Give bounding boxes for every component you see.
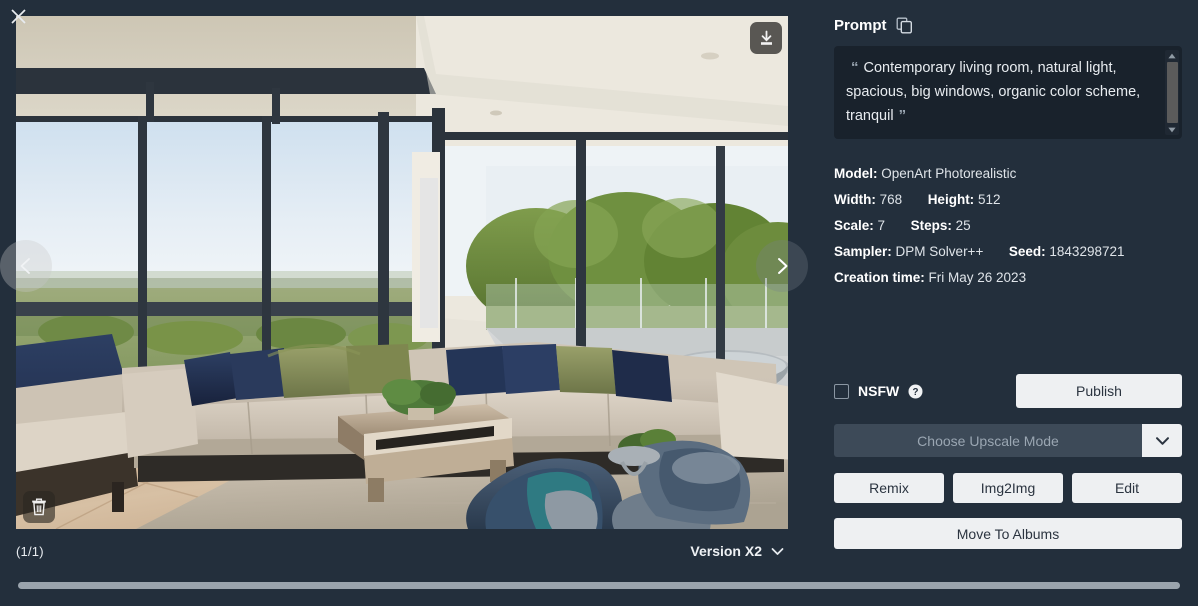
download-icon [760, 30, 772, 45]
scroll-thumb[interactable] [18, 581, 1180, 589]
creation-time-value: Fri May 26 2023 [928, 270, 1027, 285]
download-button[interactable] [750, 22, 782, 54]
publish-button[interactable]: Publish [1016, 374, 1182, 408]
nsfw-label: NSFW [858, 383, 900, 399]
upscale-mode-caret-button[interactable] [1142, 424, 1182, 457]
close-icon [10, 8, 26, 24]
creation-time-label: Creation time: [834, 270, 925, 285]
upscale-mode-dropdown[interactable]: Choose Upscale Mode [834, 424, 1182, 457]
move-to-albums-button[interactable]: Move To Albums [834, 518, 1182, 549]
image-counter: (1/1) [16, 543, 44, 559]
page-horizontal-scrollbar[interactable] [0, 578, 1198, 592]
trash-icon [32, 498, 46, 516]
upscale-mode-field[interactable]: Choose Upscale Mode [834, 424, 1142, 457]
viewer-footer: (1/1) Version X2 [16, 536, 788, 566]
prompt-header: Prompt [834, 14, 1198, 36]
steps-value: 25 [955, 218, 971, 233]
chevron-down-icon [771, 547, 784, 555]
open-quote: “ [851, 59, 859, 76]
scale-label: Scale: [834, 218, 874, 233]
version-label: Version X2 [690, 543, 762, 559]
image-viewer[interactable] [16, 16, 788, 529]
copy-icon[interactable] [896, 17, 913, 34]
prompt-value: Contemporary living room, natural light,… [846, 60, 1141, 124]
model-value: OpenArt Photorealistic [881, 166, 1017, 181]
chevron-left-icon [20, 258, 30, 274]
scroll-up-button[interactable] [1168, 50, 1176, 61]
scale-value: 7 [877, 218, 886, 233]
svg-text:?: ? [913, 387, 919, 398]
image-action-buttons: Remix Img2Img Edit [834, 473, 1182, 503]
meta-row-sampler-seed: Sampler: DPM Solver++ Seed: 1843298721 [834, 239, 1198, 265]
prompt-title: Prompt [834, 16, 887, 34]
meta-row-dimensions: Width: 768 Height: 512 [834, 187, 1198, 213]
sampler-label: Sampler: [834, 244, 892, 259]
img2img-button[interactable]: Img2Img [953, 473, 1063, 503]
width-label: Width: [834, 192, 876, 207]
width-value: 768 [879, 192, 903, 207]
scroll-thumb[interactable] [1166, 62, 1178, 123]
delete-image-button[interactable] [23, 491, 55, 523]
scroll-down-button[interactable] [1168, 124, 1176, 135]
remix-button[interactable]: Remix [834, 473, 944, 503]
chevron-down-icon [1155, 436, 1169, 445]
model-label: Model: [834, 166, 878, 181]
generation-metadata: Model: OpenArt Photorealistic Width: 768… [834, 161, 1198, 291]
meta-row-creation-time: Creation time: Fri May 26 2023 [834, 265, 1198, 291]
close-modal-button[interactable] [6, 4, 30, 28]
seed-label: Seed: [1008, 244, 1046, 259]
meta-row-model: Model: OpenArt Photorealistic [834, 161, 1198, 187]
triangle-down-icon [1168, 127, 1176, 132]
seed-value: 1843298721 [1049, 244, 1125, 259]
chevron-right-icon [778, 258, 788, 274]
nsfw-checkbox[interactable] [834, 383, 849, 399]
next-image-button[interactable] [756, 240, 808, 292]
question-mark-icon[interactable]: ? [908, 384, 923, 399]
prompt-textbox[interactable]: “Contemporary living room, natural light… [834, 46, 1182, 139]
edit-button[interactable]: Edit [1072, 473, 1182, 503]
steps-label: Steps: [910, 218, 952, 233]
details-panel: Prompt “Contemporary living room, natura… [834, 0, 1198, 606]
prompt-text-content: “Contemporary living room, natural light… [846, 56, 1154, 128]
meta-row-scale-steps: Scale: 7 Steps: 25 [834, 213, 1198, 239]
generated-image [16, 16, 788, 529]
close-quote: ” [898, 107, 907, 124]
triangle-up-icon [1168, 53, 1176, 58]
height-label: Height: [927, 192, 975, 207]
prompt-scrollbar[interactable] [1165, 50, 1179, 135]
previous-image-button[interactable] [0, 240, 52, 292]
nsfw-publish-row: NSFW ? Publish [834, 374, 1182, 408]
sampler-value: DPM Solver++ [895, 244, 984, 259]
height-value: 512 [977, 192, 1001, 207]
nsfw-toggle[interactable]: NSFW ? [834, 383, 923, 399]
version-selector[interactable]: Version X2 [690, 543, 788, 559]
